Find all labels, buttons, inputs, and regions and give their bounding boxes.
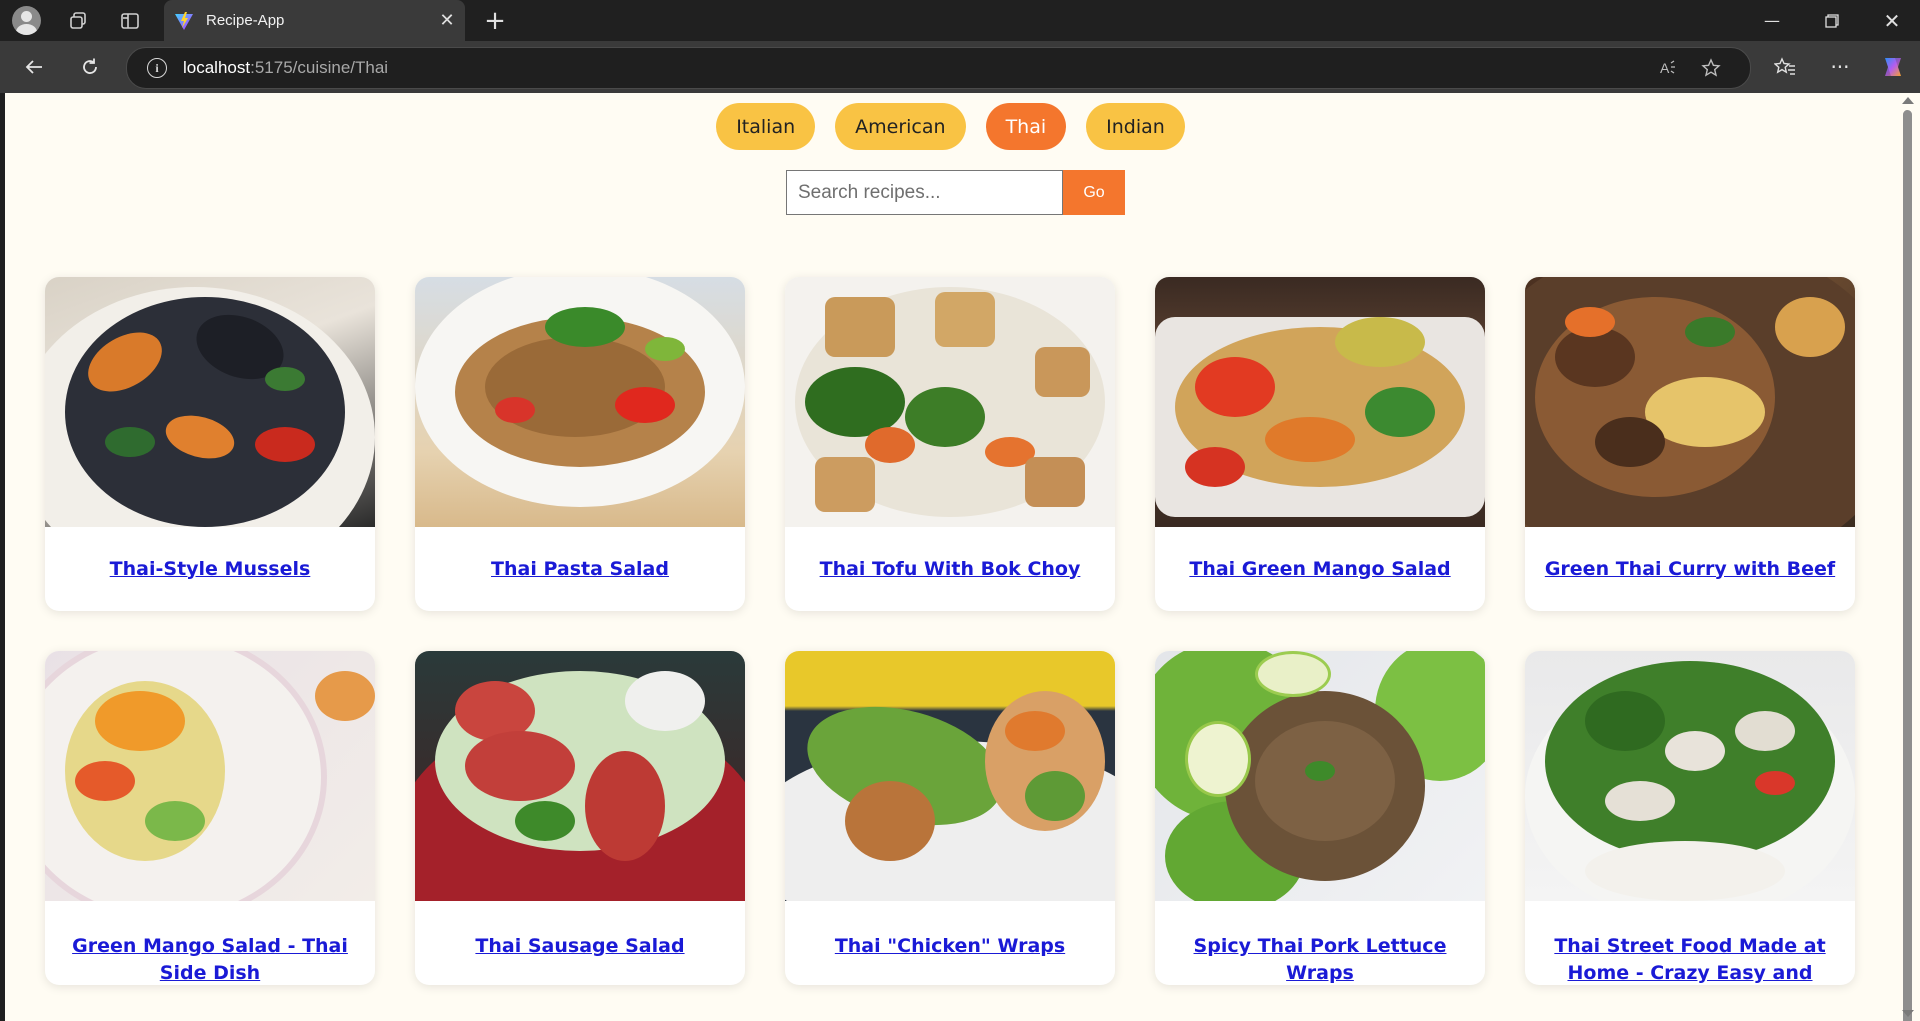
vite-logo-icon <box>175 11 193 30</box>
recipe-link[interactable]: Thai Green Mango Salad <box>1189 556 1450 583</box>
recipe-title: Green Thai Curry with Beef <box>1525 527 1855 611</box>
cuisine-pill-thai[interactable]: Thai <box>985 103 1067 150</box>
recipe-card[interactable]: Thai Pasta Salad <box>415 277 745 611</box>
page-scrollbar[interactable] <box>1896 93 1920 1021</box>
recipe-title: Thai "Chicken" Wraps <box>785 901 1115 985</box>
recipe-link[interactable]: Thai Pasta Salad <box>491 556 669 583</box>
cuisine-pill-indian[interactable]: Indian <box>1086 103 1185 150</box>
refresh-icon[interactable] <box>72 49 108 85</box>
vertical-tabs-icon[interactable] <box>109 0 150 41</box>
profile-icon <box>12 6 41 35</box>
more-options-icon[interactable]: ··· <box>1822 49 1858 85</box>
cuisine-nav: Italian American Thai Indian <box>5 103 1896 151</box>
recipe-image[interactable] <box>45 277 375 527</box>
copilot-icon[interactable] <box>1875 49 1911 85</box>
recipe-title: Spicy Thai Pork Lettuce Wraps <box>1155 901 1485 985</box>
recipe-card[interactable]: Thai Street Food Made at Home - Crazy Ea… <box>1525 651 1855 985</box>
tab-bar: Recipe-App ✕ + — ✕ <box>0 0 1920 41</box>
recipe-card[interactable]: Green Thai Curry with Beef <box>1525 277 1855 611</box>
recipe-image[interactable] <box>1155 277 1485 527</box>
recipe-title: Thai Green Mango Salad <box>1155 527 1485 611</box>
address-bar[interactable]: i localhost:5175/cuisine/Thai A <box>126 47 1751 89</box>
recipe-image[interactable] <box>45 651 375 901</box>
page-viewport: Italian American Thai Indian Go <box>5 93 1896 1021</box>
search-form: Go <box>786 170 1125 217</box>
minimize-icon[interactable]: — <box>1744 0 1800 41</box>
recipe-card[interactable]: Thai "Chicken" Wraps <box>785 651 1115 985</box>
search-go-button[interactable]: Go <box>1063 170 1125 215</box>
recipe-link[interactable]: Thai Tofu With Bok Choy <box>820 556 1081 583</box>
active-tab[interactable]: Recipe-App ✕ <box>164 0 465 41</box>
recipe-link[interactable]: Thai Street Food Made at Home - Crazy Ea… <box>1537 933 1843 985</box>
url-host: localhost <box>183 58 251 77</box>
recipe-image[interactable] <box>415 651 745 901</box>
recipe-card[interactable]: Green Mango Salad - Thai Side Dish <box>45 651 375 985</box>
recipe-grid: Thai-Style Mussels Thai Pasta Salad Thai… <box>45 277 1855 985</box>
recipe-card[interactable]: Thai-Style Mussels <box>45 277 375 611</box>
restore-icon[interactable] <box>1804 0 1860 41</box>
recipe-image[interactable] <box>785 651 1115 901</box>
recipe-image[interactable] <box>1155 651 1485 901</box>
recipe-card[interactable]: Thai Tofu With Bok Choy <box>785 277 1115 611</box>
browser-window: Recipe-App ✕ + — ✕ i localhost:5175/cuis… <box>0 0 1920 1021</box>
close-window-icon[interactable]: ✕ <box>1864 0 1920 41</box>
favorites-icon[interactable] <box>1767 49 1803 85</box>
profile-button[interactable] <box>0 0 41 41</box>
recipe-link[interactable]: Thai Sausage Salad <box>475 933 684 960</box>
search-input[interactable] <box>786 170 1063 215</box>
recipe-image[interactable] <box>415 277 745 527</box>
recipe-link[interactable]: Spicy Thai Pork Lettuce Wraps <box>1167 933 1473 985</box>
recipe-link[interactable]: Green Thai Curry with Beef <box>1545 556 1835 583</box>
svg-text:A: A <box>1660 60 1670 76</box>
recipe-title: Green Mango Salad - Thai Side Dish <box>45 901 375 985</box>
recipe-link[interactable]: Green Mango Salad - Thai Side Dish <box>57 933 363 985</box>
recipe-card[interactable]: Thai Sausage Salad <box>415 651 745 985</box>
tab-close-icon[interactable]: ✕ <box>429 10 465 31</box>
recipe-card[interactable]: Spicy Thai Pork Lettuce Wraps <box>1155 651 1485 985</box>
scroll-thumb[interactable] <box>1903 110 1912 1021</box>
browser-toolbar: i localhost:5175/cuisine/Thai A ··· <box>0 41 1920 93</box>
read-aloud-icon[interactable]: A <box>1649 48 1689 88</box>
recipe-image[interactable] <box>1525 651 1855 901</box>
recipe-image[interactable] <box>1525 277 1855 527</box>
recipe-title: Thai-Style Mussels <box>45 527 375 611</box>
recipe-title: Thai Street Food Made at Home - Crazy Ea… <box>1525 901 1855 985</box>
recipe-title: Thai Pasta Salad <box>415 527 745 611</box>
recipe-card[interactable]: Thai Green Mango Salad <box>1155 277 1485 611</box>
site-info-icon[interactable]: i <box>147 58 167 78</box>
recipe-image[interactable] <box>785 277 1115 527</box>
recipe-link[interactable]: Thai "Chicken" Wraps <box>835 933 1065 960</box>
recipe-title: Thai Tofu With Bok Choy <box>785 527 1115 611</box>
new-tab-icon[interactable]: + <box>478 4 512 38</box>
url-text[interactable]: localhost:5175/cuisine/Thai <box>183 58 388 78</box>
cuisine-pill-american[interactable]: American <box>835 103 966 150</box>
tab-title: Recipe-App <box>206 12 285 29</box>
recipe-title: Thai Sausage Salad <box>415 901 745 985</box>
workspaces-icon[interactable] <box>57 0 98 41</box>
recipe-link[interactable]: Thai-Style Mussels <box>110 556 311 583</box>
scroll-down-arrow-icon[interactable] <box>1902 1010 1914 1017</box>
favorite-star-icon[interactable] <box>1691 48 1731 88</box>
scroll-up-arrow-icon[interactable] <box>1902 97 1914 104</box>
cuisine-pill-italian[interactable]: Italian <box>716 103 816 150</box>
url-path: :5175/cuisine/Thai <box>250 58 389 77</box>
back-icon[interactable] <box>16 49 52 85</box>
